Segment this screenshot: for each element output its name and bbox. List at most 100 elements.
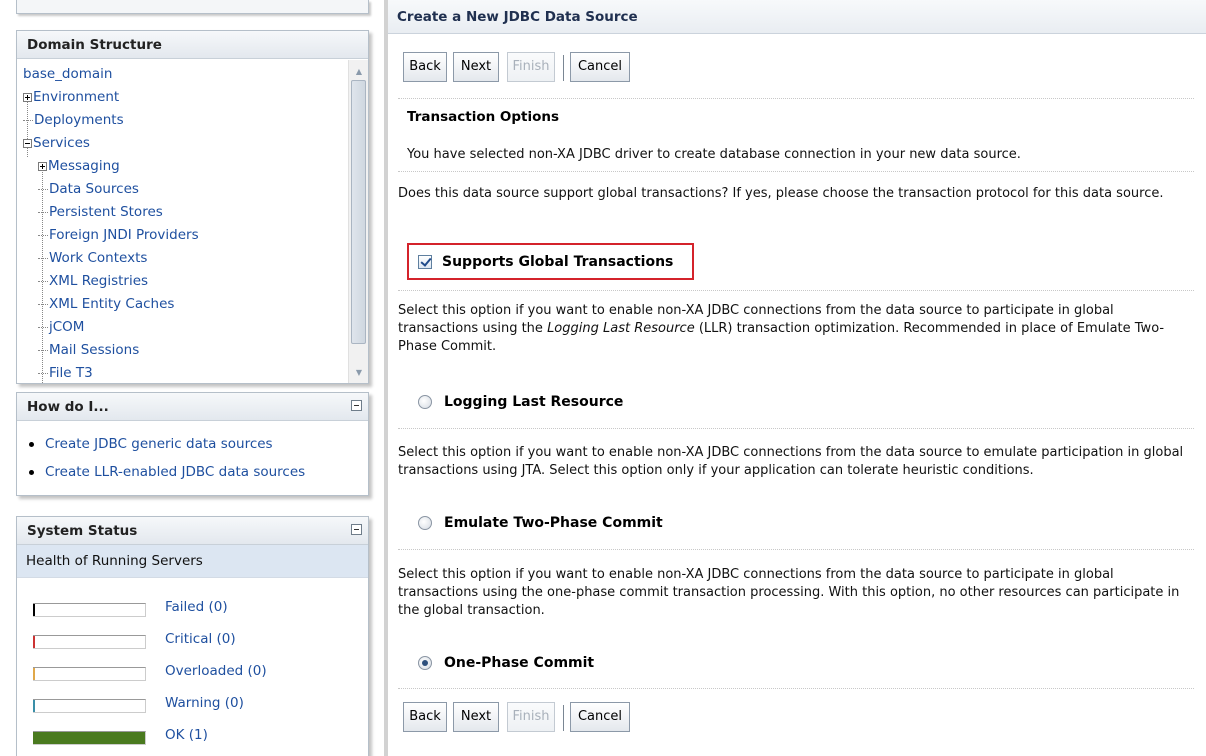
status-bar — [33, 731, 146, 745]
status-row: Critical (0) — [33, 629, 353, 661]
list-item: Create JDBC generic data sources — [29, 430, 368, 458]
llr-radio[interactable] — [418, 395, 432, 409]
status-bar — [33, 667, 146, 681]
tree-item-work-contexts[interactable]: Work Contexts — [23, 247, 342, 270]
next-button[interactable]: Next — [453, 702, 499, 732]
back-button[interactable]: Back — [403, 52, 447, 82]
domain-structure-header: Domain Structure — [17, 31, 368, 59]
divider — [398, 428, 1194, 429]
status-link[interactable]: OK (1) — [165, 727, 208, 743]
tree-label[interactable]: Foreign JNDI Providers — [49, 227, 199, 243]
cancel-button[interactable]: Cancel — [570, 702, 630, 732]
tree-label[interactable]: Mail Sessions — [49, 342, 139, 358]
back-button[interactable]: Back — [403, 702, 447, 732]
page-title-bar: Create a New JDBC Data Source — [388, 0, 1206, 34]
tree-item-file-t3[interactable]: File T3 — [23, 362, 342, 383]
divider — [398, 98, 1194, 99]
supports-global-transactions-option[interactable]: Supports Global Transactions — [418, 251, 673, 273]
next-button[interactable]: Next — [453, 52, 499, 82]
scroll-down-icon[interactable]: ▼ — [349, 363, 368, 381]
status-link[interactable]: Warning (0) — [165, 695, 244, 711]
status-bar — [33, 699, 146, 713]
finish-button[interactable]: Finish — [507, 52, 555, 82]
tree-item-mail-sessions[interactable]: Mail Sessions — [23, 339, 342, 362]
intro-text: You have selected non-XA JDBC driver to … — [407, 147, 1021, 162]
llr-description: Select this option if you want to enable… — [398, 302, 1194, 356]
status-link[interactable]: Failed (0) — [165, 599, 228, 615]
help-link-llr-data-sources[interactable]: Create LLR-enabled JDBC data sources — [45, 464, 305, 480]
tree-label[interactable]: XML Entity Caches — [49, 296, 174, 312]
tree-scrollbar[interactable]: ▲ ▼ — [348, 60, 368, 383]
panel-title: How do I... — [27, 399, 109, 415]
tree-item-deployments[interactable]: Deployments — [23, 109, 342, 132]
scroll-up-icon[interactable]: ▲ — [349, 62, 368, 80]
domain-tree-viewport: base_domain Environment Deployments Serv… — [17, 60, 368, 383]
section-title: Transaction Options — [407, 109, 560, 125]
divider — [398, 549, 1194, 550]
how-do-i-panel: How do I... Create JDBC generic data sou… — [16, 392, 369, 496]
help-link-generic-data-sources[interactable]: Create JDBC generic data sources — [45, 436, 273, 452]
llr-option[interactable]: Logging Last Resource — [418, 391, 623, 413]
option-label: Supports Global Transactions — [442, 254, 674, 270]
one-phase-commit-option[interactable]: One-Phase Commit — [418, 652, 594, 674]
one-phase-description: Select this option if you want to enable… — [398, 567, 1180, 618]
tree-item-xml-entity-caches[interactable]: XML Entity Caches — [23, 293, 342, 316]
tree-label[interactable]: Persistent Stores — [49, 204, 163, 220]
one-phase-commit-radio[interactable] — [418, 656, 432, 670]
tree-item-xml-registries[interactable]: XML Registries — [23, 270, 342, 293]
page-title: Create a New JDBC Data Source — [397, 9, 638, 25]
finish-button[interactable]: Finish — [507, 702, 555, 732]
divider — [398, 688, 1194, 689]
collapse-icon[interactable] — [351, 524, 362, 535]
left-column: Domain Structure base_domain Environment… — [0, 0, 384, 756]
scrollbar-thumb[interactable] — [351, 80, 366, 344]
status-row: OK (1) — [33, 725, 353, 756]
system-status-panel: System Status Health of Running Servers … — [16, 516, 369, 756]
status-link[interactable]: Critical (0) — [165, 631, 236, 647]
status-row: Failed (0) — [33, 597, 353, 629]
expand-plus-icon[interactable] — [38, 161, 47, 171]
domain-structure-panel: Domain Structure base_domain Environment… — [16, 30, 369, 384]
tree-item-foreign-jndi[interactable]: Foreign JNDI Providers — [23, 224, 342, 247]
collapse-icon[interactable] — [351, 400, 362, 411]
tree-label[interactable]: base_domain — [23, 66, 113, 82]
tree-label[interactable]: Work Contexts — [49, 250, 147, 266]
status-row: Overloaded (0) — [33, 661, 353, 693]
option-label: One-Phase Commit — [444, 655, 595, 671]
supports-global-transactions-checkbox[interactable] — [418, 255, 432, 269]
change-center-panel-edge — [16, 0, 369, 14]
status-bar — [33, 603, 146, 617]
tree-label[interactable]: XML Registries — [49, 273, 148, 289]
status-link[interactable]: Overloaded (0) — [165, 663, 267, 679]
tree-item-jcom[interactable]: jCOM — [23, 316, 342, 339]
tree-item-persistent-stores[interactable]: Persistent Stores — [23, 201, 342, 224]
tree-label[interactable]: jCOM — [49, 319, 84, 335]
cancel-button[interactable]: Cancel — [570, 52, 630, 82]
status-row: Warning (0) — [33, 693, 353, 725]
tree-item-environment[interactable]: Environment — [23, 86, 342, 109]
system-status-header: System Status — [17, 517, 368, 545]
tree-item-messaging[interactable]: Messaging — [23, 155, 342, 178]
panel-title: Domain Structure — [27, 37, 162, 53]
divider — [398, 171, 1194, 172]
emulate-two-phase-option[interactable]: Emulate Two-Phase Commit — [418, 512, 663, 534]
button-separator — [563, 55, 564, 81]
panel-title: System Status — [27, 523, 138, 539]
tree-item-data-sources[interactable]: Data Sources — [23, 178, 342, 201]
expand-plus-icon[interactable] — [23, 92, 32, 102]
how-do-i-list: Create JDBC generic data sources Create … — [17, 421, 368, 486]
domain-tree: base_domain Environment Deployments Serv… — [23, 63, 342, 383]
tree-label[interactable]: Messaging — [48, 158, 120, 174]
main-content: Create a New JDBC Data Source Back Next … — [388, 0, 1206, 756]
tree-label[interactable]: Deployments — [34, 112, 124, 128]
tree-label[interactable]: File T3 — [49, 365, 93, 381]
tree-item-base-domain[interactable]: base_domain — [23, 63, 342, 86]
tree-label[interactable]: Services — [33, 135, 90, 151]
tree-label[interactable]: Environment — [33, 89, 119, 105]
tree-item-services[interactable]: Services — [23, 132, 342, 155]
collapse-minus-icon[interactable] — [23, 138, 32, 148]
emulate-two-phase-radio[interactable] — [418, 516, 432, 530]
emulate-description: Select this option if you want to enable… — [398, 445, 1184, 478]
tree-label[interactable]: Data Sources — [49, 181, 139, 197]
option-label: Logging Last Resource — [444, 394, 624, 410]
